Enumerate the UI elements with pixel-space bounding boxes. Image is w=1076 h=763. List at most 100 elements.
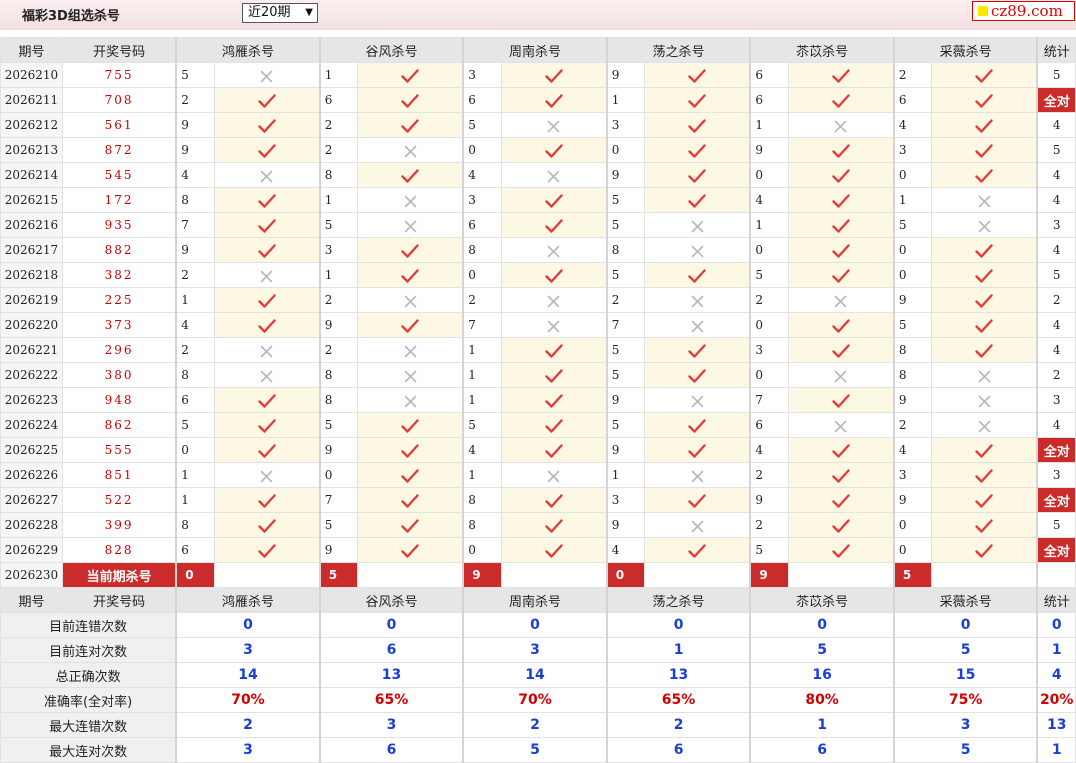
result-cell	[500, 387, 608, 413]
summary-value: 75%	[892, 687, 1038, 713]
cross-icon	[834, 116, 847, 135]
subheader-expert-1: 鸿雁杀号	[175, 587, 321, 613]
check-icon	[257, 291, 276, 310]
col-header-draw: 开奖号码	[61, 37, 177, 63]
table-row: 2026225 555 0 9 4 9 4 4 全对	[0, 437, 1076, 463]
draw-number-cell: 522	[61, 487, 177, 513]
issue-cell: 2026215	[0, 187, 63, 213]
kill-number-cell: 2	[318, 337, 359, 363]
cross-icon	[691, 291, 704, 310]
check-icon	[688, 441, 706, 460]
check-icon	[832, 241, 850, 260]
kill-number-cell: 5	[605, 187, 646, 213]
cross-icon	[404, 141, 417, 160]
check-icon	[401, 316, 419, 335]
result-cell	[644, 362, 751, 388]
result-cell	[500, 537, 608, 563]
result-cell	[644, 187, 751, 213]
kill-number-cell: 9	[318, 437, 359, 463]
current-kill-number: 9	[749, 562, 789, 588]
issue-cell: 2026223	[0, 387, 63, 413]
stat-cell: 4	[1036, 412, 1076, 438]
check-icon	[401, 491, 419, 510]
result-cell	[500, 437, 608, 463]
result-cell	[787, 312, 895, 338]
result-cell	[644, 137, 751, 163]
kill-number-cell: 8	[462, 512, 502, 538]
result-cell	[931, 112, 1038, 138]
summary-value: 70%	[462, 687, 608, 713]
kill-number-cell: 0	[749, 237, 789, 263]
result-cell	[787, 87, 895, 113]
site-logo[interactable]: cz89.com	[972, 1, 1075, 21]
summary-label: 最大连错次数	[0, 712, 177, 738]
kill-number-cell: 2	[175, 262, 215, 288]
kill-number-cell: 5	[892, 212, 933, 238]
result-cell	[644, 412, 751, 438]
result-cell	[644, 387, 751, 413]
result-cell	[213, 537, 321, 563]
result-cell	[357, 237, 464, 263]
cross-icon	[260, 166, 273, 185]
all-correct-badge: 全对	[1036, 87, 1076, 113]
result-cell	[357, 112, 464, 138]
kill-number-cell: 8	[175, 512, 215, 538]
current-kill-number: 5	[318, 562, 359, 588]
check-icon	[975, 541, 994, 560]
result-cell	[644, 337, 751, 363]
result-cell	[931, 462, 1038, 488]
result-cell	[931, 287, 1038, 313]
check-icon	[975, 291, 994, 310]
kill-number-cell: 9	[605, 512, 646, 538]
result-cell	[357, 412, 464, 438]
result-cell	[787, 387, 895, 413]
kill-number-cell: 0	[462, 262, 502, 288]
kill-number-cell: 1	[749, 212, 789, 238]
kill-number-cell: 1	[462, 362, 502, 388]
check-icon	[975, 266, 994, 285]
result-cell	[931, 412, 1038, 438]
table-row: 2026210 755 5 1 3 9 6 2 5	[0, 62, 1076, 88]
result-cell	[931, 212, 1038, 238]
result-cell	[787, 512, 895, 538]
cross-icon	[691, 241, 704, 260]
current-kill-number: 0	[175, 562, 215, 588]
kill-number-cell: 5	[318, 212, 359, 238]
summary-value: 5	[749, 637, 895, 663]
check-icon	[401, 416, 419, 435]
result-cell	[213, 262, 321, 288]
chevron-down-icon: ▼	[305, 7, 313, 18]
kill-number-cell: 3	[605, 487, 646, 513]
result-cell	[787, 462, 895, 488]
summary-value: 4	[1036, 662, 1076, 688]
issue-cell: 2026220	[0, 312, 63, 338]
subheader-expert-3: 周南杀号	[462, 587, 608, 613]
check-icon	[688, 191, 706, 210]
kill-number-cell: 2	[318, 137, 359, 163]
kill-number-cell: 1	[605, 462, 646, 488]
cross-icon	[260, 266, 273, 285]
current-kill-blank	[357, 562, 464, 588]
result-cell	[213, 62, 321, 88]
result-cell	[787, 487, 895, 513]
cross-icon	[260, 341, 273, 360]
col-header-expert-6: 采薇杀号	[892, 37, 1038, 63]
summary-row: 准确率(全对率) 70% 65% 70% 65% 80% 75% 20%	[0, 687, 1076, 713]
kill-number-cell: 1	[175, 287, 215, 313]
result-cell	[931, 87, 1038, 113]
result-cell	[213, 437, 321, 463]
result-cell	[931, 487, 1038, 513]
check-icon	[688, 491, 706, 510]
table-row: 2026223 948 6 8 1 9 7 9 3	[0, 387, 1076, 413]
stat-cell: 5	[1036, 62, 1076, 88]
stat-cell: 5	[1036, 512, 1076, 538]
draw-number-cell: 225	[61, 287, 177, 313]
table-row: 2026215 172 8 1 3 5 4 1 4	[0, 187, 1076, 213]
kill-number-cell: 9	[318, 537, 359, 563]
result-cell	[787, 112, 895, 138]
check-icon	[257, 241, 276, 260]
period-select[interactable]: 近20期 ▼	[242, 3, 318, 23]
kill-number-cell: 0	[175, 437, 215, 463]
issue-cell: 2026221	[0, 337, 63, 363]
all-correct-badge: 全对	[1036, 437, 1076, 463]
